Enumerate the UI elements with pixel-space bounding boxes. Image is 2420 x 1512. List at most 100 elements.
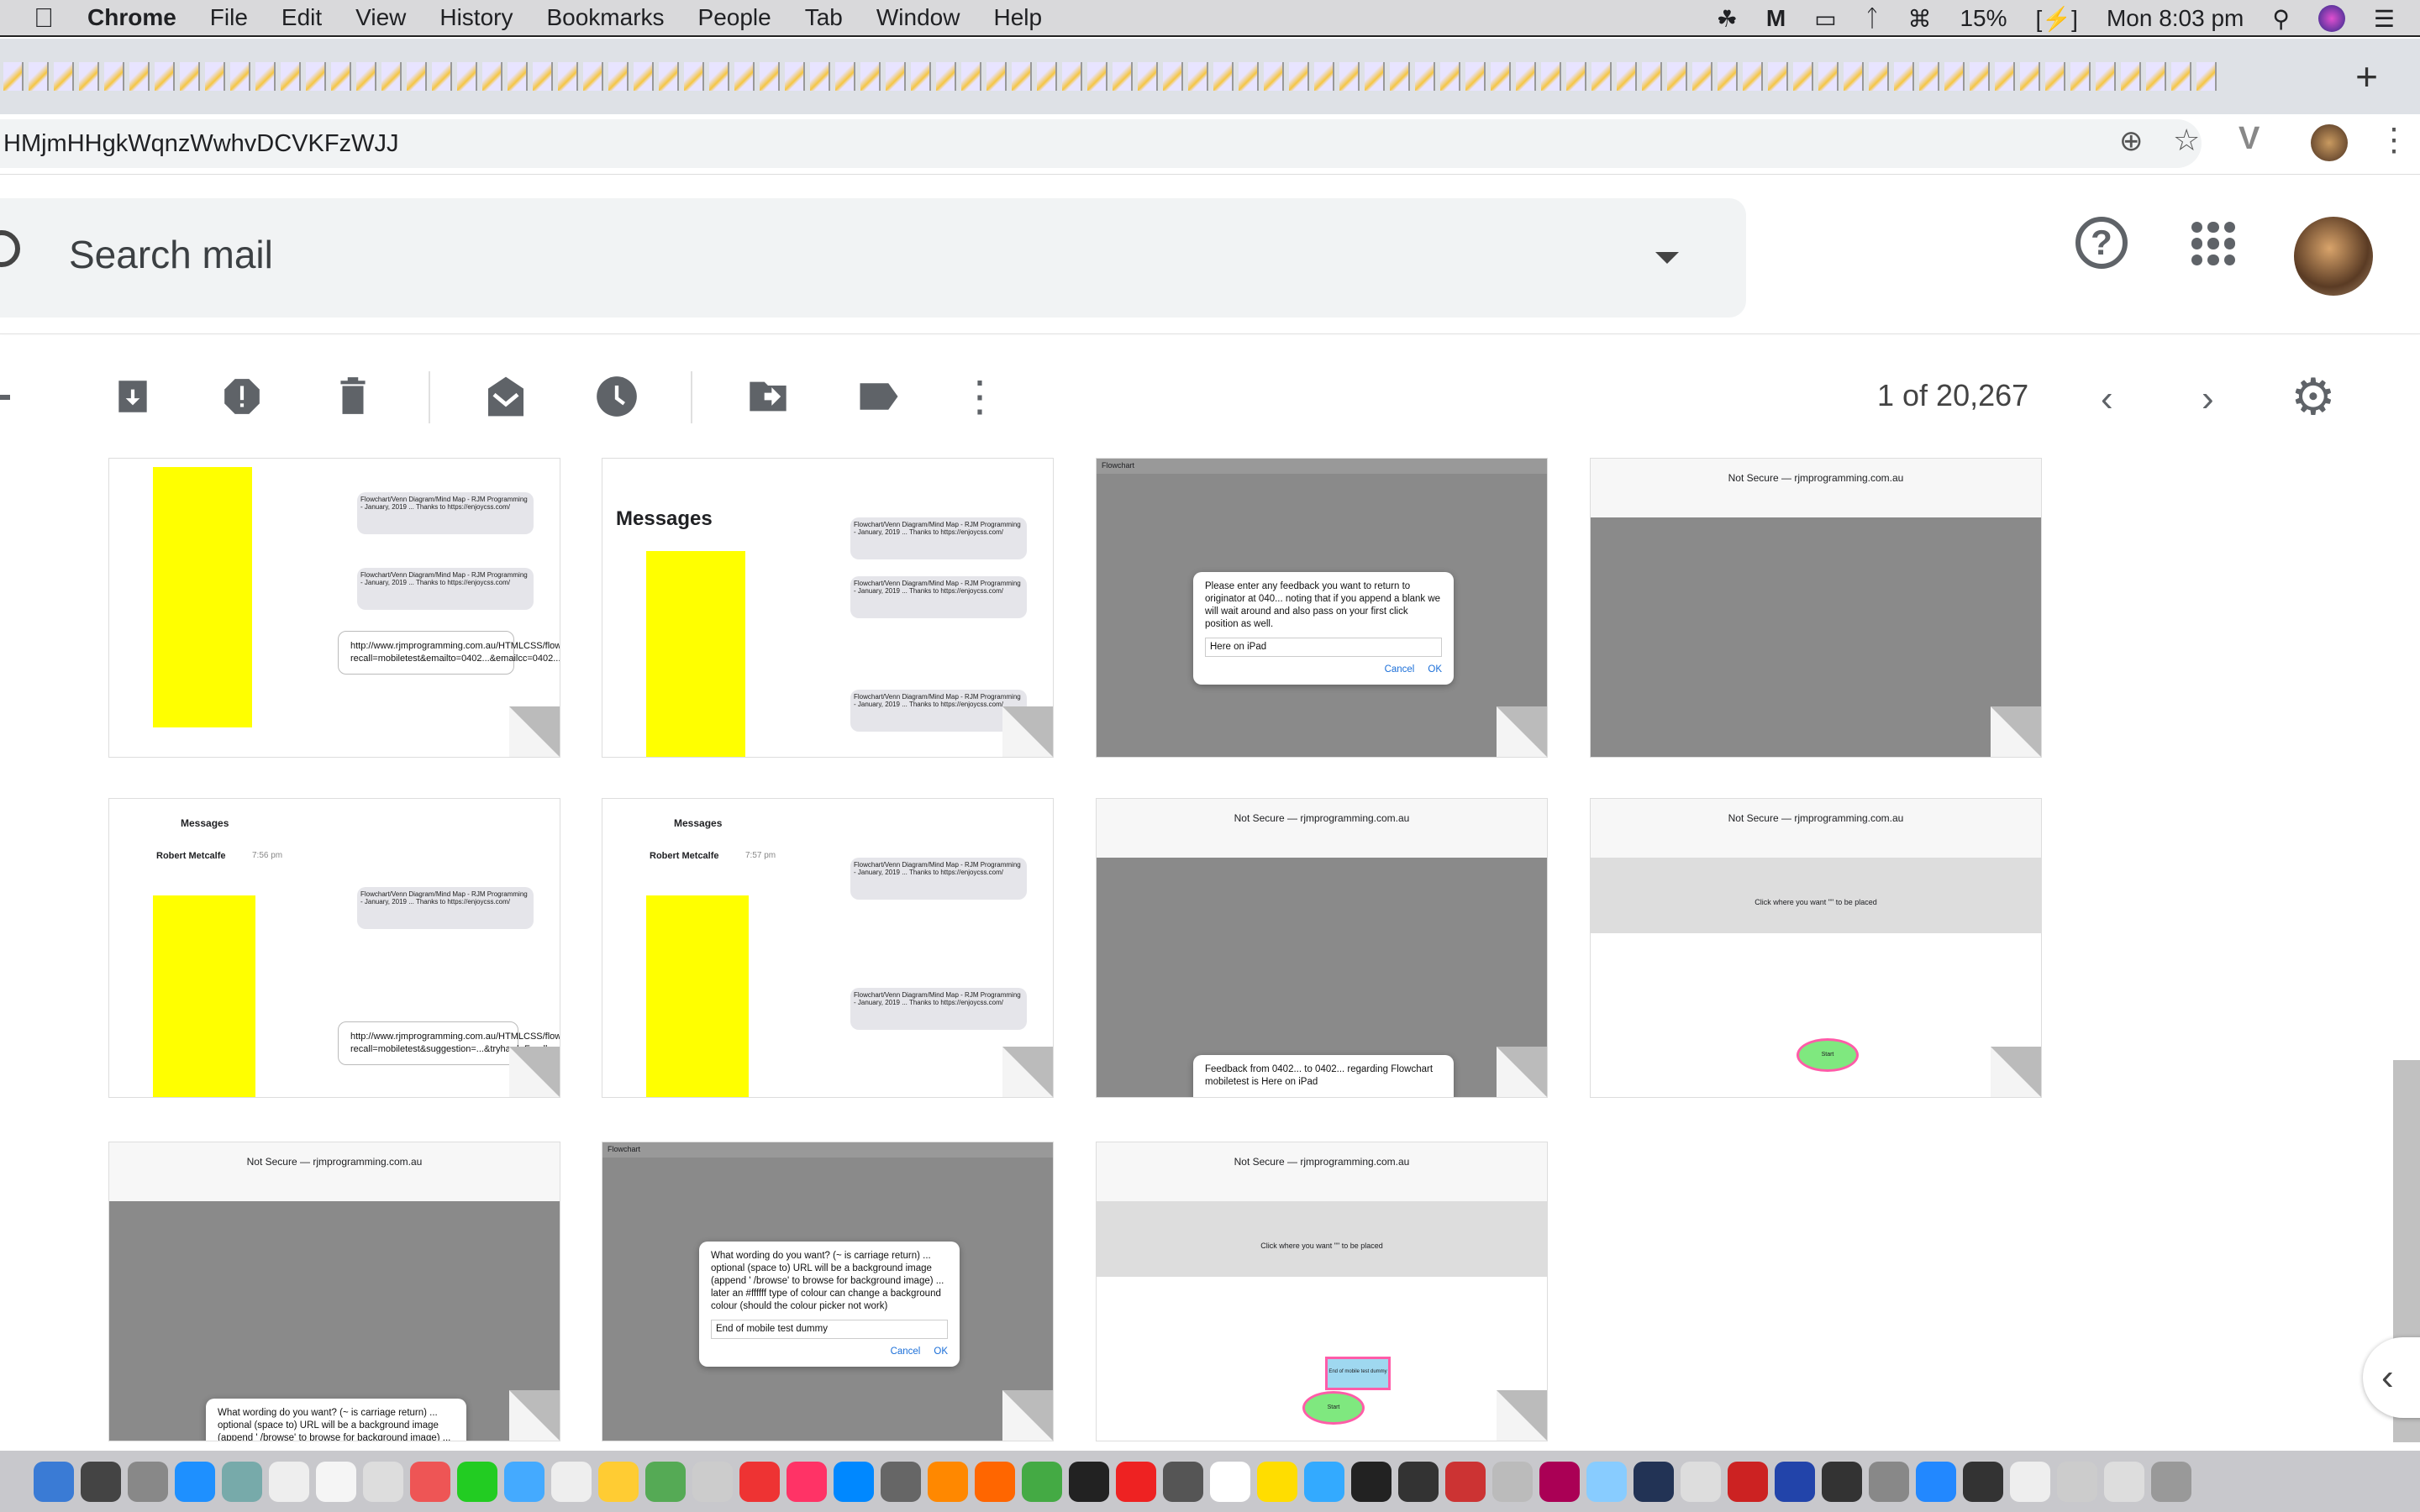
mark-unread-icon[interactable] [482, 373, 529, 420]
browser-tab-favicon-icon[interactable] [1541, 62, 1561, 91]
thumbnail-messages-robert-2[interactable]: Messages Robert Metcalfe 7:57 pm Flowcha… [602, 798, 1054, 1098]
help-icon[interactable]: ? [2075, 217, 2128, 269]
browser-tab-favicon-icon[interactable] [1465, 62, 1486, 91]
dock-app-icon[interactable] [598, 1461, 639, 1502]
dock-app-icon[interactable] [975, 1461, 1015, 1502]
browser-tab-favicon-icon[interactable] [2121, 62, 2141, 91]
menu-window[interactable]: Window [876, 4, 960, 31]
extension-icon[interactable]: V [2238, 121, 2260, 157]
browser-tab-favicon-icon[interactable] [205, 62, 225, 91]
dock-app-icon[interactable] [269, 1461, 309, 1502]
browser-tab-favicon-icon[interactable] [1390, 62, 1410, 91]
thumbnail-imessage-link[interactable]: Flowchart/Venn Diagram/Mind Map - RJM Pr… [108, 458, 560, 758]
dock-app-icon[interactable] [2010, 1461, 2050, 1502]
browser-tab-favicon-icon[interactable] [2020, 62, 2040, 91]
dock-app-icon[interactable] [645, 1461, 686, 1502]
chrome-menu-icon[interactable]: ⋮ [2378, 121, 2410, 159]
dock-app-icon[interactable] [1304, 1461, 1344, 1502]
more-icon[interactable]: ⋮ [956, 373, 1003, 420]
siri-icon[interactable] [2317, 5, 2345, 32]
menu-help[interactable]: Help [993, 4, 1042, 31]
menu-tab[interactable]: Tab [805, 4, 843, 31]
older-chevron-right-icon[interactable]: › [2202, 378, 2214, 420]
delete-icon[interactable] [329, 373, 376, 420]
browser-tab-favicon-icon[interactable] [1491, 62, 1511, 91]
dock-app-icon[interactable] [1822, 1461, 1862, 1502]
snooze-icon[interactable] [593, 373, 640, 420]
dock-app-icon[interactable] [2057, 1461, 2097, 1502]
browser-tab-favicon-icon[interactable] [129, 62, 150, 91]
dock-app-icon[interactable] [1257, 1461, 1297, 1502]
dock-app-icon[interactable] [1069, 1461, 1109, 1502]
menu-file[interactable]: File [210, 4, 248, 31]
browser-tab-favicon-icon[interactable] [608, 62, 629, 91]
browser-tab-favicon-icon[interactable] [255, 62, 276, 91]
browser-tab-favicon-icon[interactable] [3, 62, 24, 91]
browser-tab-favicon-icon[interactable] [634, 62, 654, 91]
browser-tab-favicon-icon[interactable] [180, 62, 200, 91]
browser-tab-favicon-icon[interactable] [432, 62, 452, 91]
thumbnail-wording-dialog[interactable]: Flowchart What wording do you want? (~ i… [602, 1142, 1054, 1441]
browser-tab-favicon-icon[interactable] [1314, 62, 1334, 91]
browser-tab-favicon-icon[interactable] [1138, 62, 1158, 91]
dock-app-icon[interactable] [1539, 1461, 1580, 1502]
browser-tab-favicon-icon[interactable] [1743, 62, 1763, 91]
browser-tab-favicon-icon[interactable] [1869, 62, 1889, 91]
browser-tab-favicon-icon[interactable] [1793, 62, 1813, 91]
dock-app-icon[interactable] [1210, 1461, 1250, 1502]
dock-app-icon[interactable] [1398, 1461, 1439, 1502]
thumbnail-flowchart-start[interactable]: Not Secure — rjmprogramming.com.au Click… [1590, 798, 2042, 1098]
browser-tab-favicon-icon[interactable] [533, 62, 553, 91]
browser-tab-favicon-icon[interactable] [760, 62, 780, 91]
browser-tab-favicon-icon[interactable] [407, 62, 427, 91]
dock-app-icon[interactable] [2104, 1461, 2144, 1502]
browser-tab-favicon-icon[interactable] [1213, 62, 1234, 91]
browser-tab-favicon-icon[interactable] [1768, 62, 1788, 91]
thumbnail-feedback-message[interactable]: Not Secure — rjmprogramming.com.au Feedb… [1096, 798, 1548, 1098]
search-options-chevron-icon[interactable] [1655, 252, 1679, 264]
zoom-icon[interactable]: ⊕ [2119, 124, 2144, 158]
browser-tab-favicon-icon[interactable] [508, 62, 528, 91]
dock-app-icon[interactable] [786, 1461, 827, 1502]
menu-history[interactable]: History [439, 4, 513, 31]
browser-tab-favicon-icon[interactable] [810, 62, 830, 91]
dock-app-icon[interactable] [1963, 1461, 2003, 1502]
dock-app-icon[interactable] [128, 1461, 168, 1502]
browser-tab-favicon-icon[interactable] [1415, 62, 1435, 91]
browser-tab-favicon-icon[interactable] [684, 62, 704, 91]
browser-tab-favicon-icon[interactable] [306, 62, 326, 91]
browser-tab-favicon-icon[interactable] [1289, 62, 1309, 91]
browser-tab-favicon-icon[interactable] [1995, 62, 2015, 91]
dock-app-icon[interactable] [410, 1461, 450, 1502]
report-spam-icon[interactable] [218, 373, 266, 420]
wifi-icon[interactable]: ⌘ [1907, 5, 1931, 33]
dock-app-icon[interactable] [1634, 1461, 1674, 1502]
search-bar[interactable]: Search mail [0, 198, 1746, 318]
browser-tab-favicon-icon[interactable] [986, 62, 1007, 91]
dock-app-icon[interactable] [175, 1461, 215, 1502]
browser-tab-favicon-icon[interactable] [54, 62, 74, 91]
dock-app-icon[interactable] [1492, 1461, 1533, 1502]
thumbnail-messages-list[interactable]: Messages Flowchart/Venn Diagram/Mind Map… [602, 458, 1054, 758]
url-field[interactable]: HMjmHHgkWqnzWwhvDCVKFzWJJ [0, 119, 2202, 168]
move-to-icon[interactable] [744, 373, 792, 420]
search-icon[interactable] [0, 230, 20, 267]
menu-app-chrome[interactable]: Chrome [87, 4, 176, 31]
battery-icon[interactable]: [⚡] [2036, 5, 2078, 33]
browser-tab-favicon-icon[interactable] [1440, 62, 1460, 91]
browser-tab-favicon-icon[interactable] [1339, 62, 1360, 91]
browser-tab-favicon-icon[interactable] [558, 62, 578, 91]
battery-percent[interactable]: 15% [1960, 5, 2007, 32]
dock-app-icon[interactable] [363, 1461, 403, 1502]
bookmark-star-icon[interactable]: ☆ [2173, 123, 2200, 158]
clock[interactable]: Mon 8:03 pm [2107, 5, 2244, 32]
dock-app-icon[interactable] [551, 1461, 592, 1502]
browser-tab-favicon-icon[interactable] [281, 62, 301, 91]
dock-app-icon[interactable] [34, 1461, 74, 1502]
browser-tab-favicon-icon[interactable] [2146, 62, 2166, 91]
thumbnail-messages-robert[interactable]: Messages Robert Metcalfe 7:56 pm Flowcha… [108, 798, 560, 1098]
menu-edit[interactable]: Edit [281, 4, 322, 31]
browser-tab-favicon-icon[interactable] [1188, 62, 1208, 91]
browser-tab-favicon-icon[interactable] [1642, 62, 1662, 91]
dock-app-icon[interactable] [1775, 1461, 1815, 1502]
